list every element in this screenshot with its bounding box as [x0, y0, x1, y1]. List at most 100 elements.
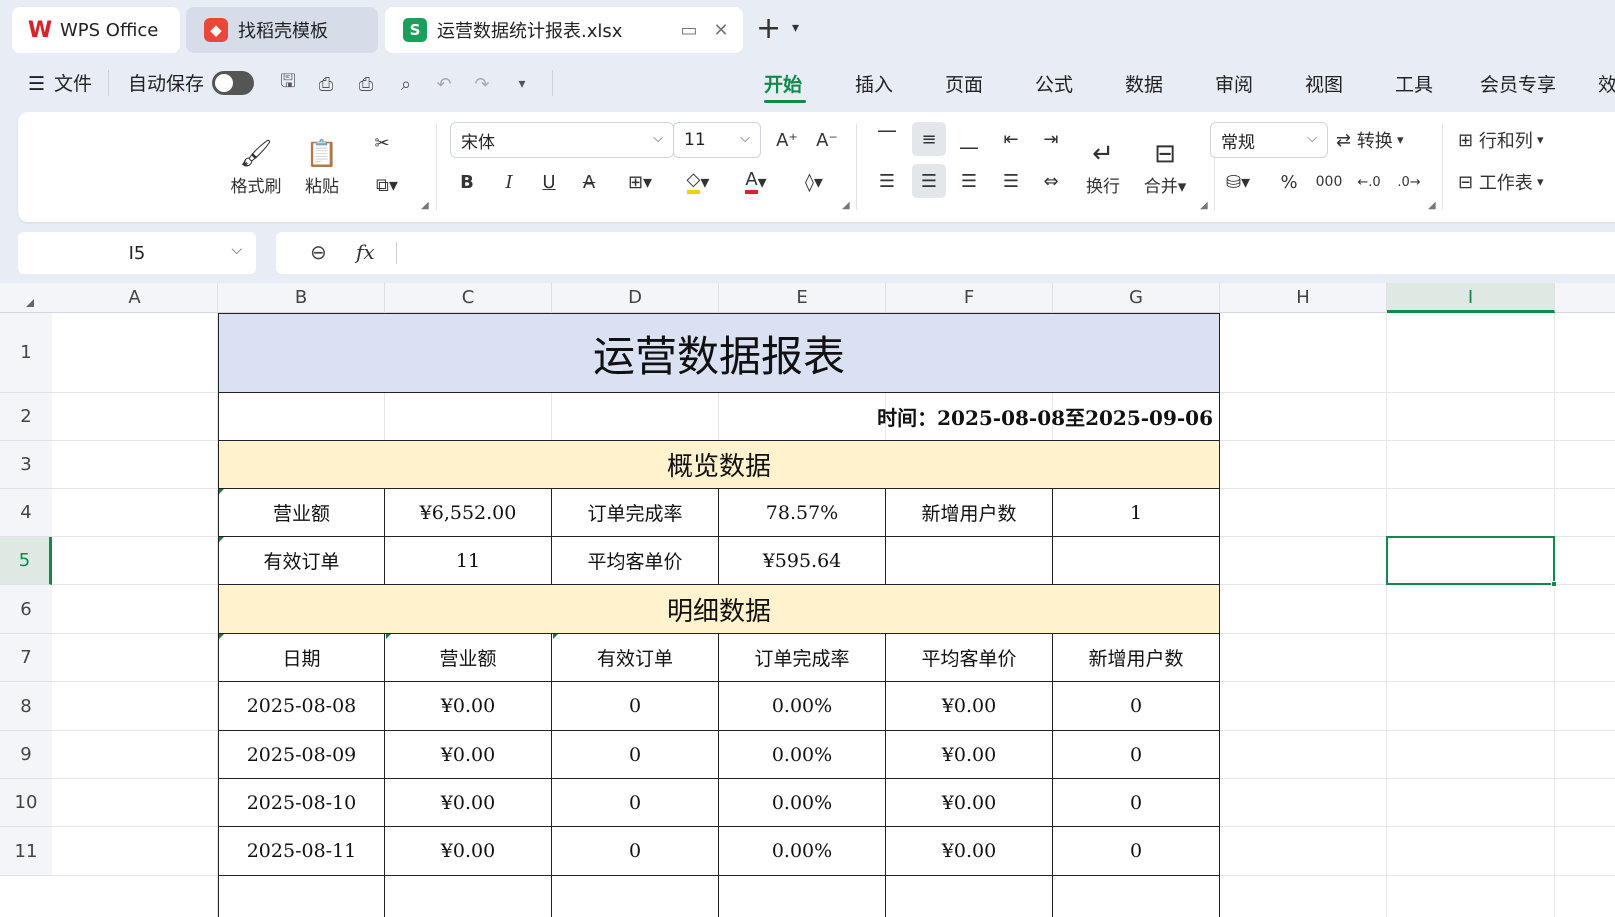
overview-cell[interactable]: ¥595.64	[719, 537, 886, 585]
merge-cells-button[interactable]: ⊟ 合并▾	[1134, 126, 1196, 206]
fill-handle[interactable]	[1551, 581, 1557, 587]
new-tab-icon[interactable]: +	[756, 14, 781, 44]
rows-columns-button[interactable]: ⊞ 行和列 ▾	[1458, 124, 1568, 156]
detail-data-cell[interactable]: 0	[1053, 779, 1220, 827]
ribbon-tab-member[interactable]: 会员专享	[1480, 70, 1556, 97]
date-range-cell[interactable]: 时间：2025-08-08至2025-09-06	[218, 393, 1220, 441]
column-header-d[interactable]: D	[552, 283, 719, 313]
column-header-f[interactable]: F	[886, 283, 1053, 313]
fill-color-icon[interactable]: ◇ ▾	[674, 166, 722, 198]
detail-data-cell[interactable]: 0	[1053, 731, 1220, 779]
underline-icon[interactable]: U	[534, 166, 564, 198]
overview-cell[interactable]: 78.57%	[719, 489, 886, 537]
tab-template[interactable]: ◆ 找稻壳模板	[186, 7, 378, 53]
copy-icon[interactable]: ⧉▾	[364, 168, 410, 202]
decrease-decimal-icon[interactable]: .0→	[1394, 166, 1424, 198]
alignment-dialog-icon[interactable]: ◢	[1200, 200, 1208, 211]
select-all-corner[interactable]	[0, 283, 52, 313]
detail-header-cell[interactable]: 平均客单价	[886, 634, 1053, 682]
overview-section-title[interactable]: 概览数据	[218, 441, 1220, 489]
window-preview-icon[interactable]: ▭	[678, 19, 700, 41]
row-header-11[interactable]: 11	[0, 827, 52, 876]
detail-data-cell[interactable]: 2025-08-09	[218, 731, 385, 779]
column-header-b[interactable]: B	[218, 283, 385, 313]
undo-icon[interactable]: ↶	[432, 72, 456, 96]
spreadsheet-grid[interactable]: ABCDEFGHI 1 2 3 4 5 6 7 8 9 10 11 运营数据报表 时间：2025-08…	[0, 283, 1615, 917]
ribbon-tab-view[interactable]: 视图	[1305, 70, 1343, 97]
align-top-icon[interactable]: ⎺	[870, 122, 904, 156]
align-bottom-icon[interactable]: ⎽	[952, 122, 986, 156]
detail-data-cell[interactable]: ¥0.00	[385, 731, 552, 779]
ribbon-tab-page[interactable]: 页面	[945, 70, 983, 97]
decrease-indent-icon[interactable]: ⇤	[994, 122, 1028, 156]
convert-button[interactable]: ⇄ 转换 ▾	[1336, 124, 1432, 156]
align-middle-icon[interactable]: ≡	[912, 122, 946, 156]
detail-data-cell[interactable]: 0.00%	[719, 682, 886, 731]
name-box[interactable]: I5 ⌵	[18, 232, 256, 274]
overview-cell[interactable]: 1	[1053, 489, 1220, 537]
quick-access-chevron-down-icon[interactable]: ▾	[510, 72, 534, 96]
overview-cell[interactable]: 订单完成率	[552, 489, 719, 537]
percent-style-icon[interactable]: %	[1274, 166, 1304, 198]
detail-data-cell[interactable]: 0.00%	[719, 731, 886, 779]
column-header-a[interactable]: A	[52, 283, 218, 313]
ribbon-tab-tools[interactable]: 工具	[1395, 70, 1433, 97]
detail-header-cell[interactable]: 营业额	[385, 634, 552, 682]
row-header-1[interactable]: 1	[0, 313, 52, 393]
ribbon-tab-insert[interactable]: 插入	[855, 70, 893, 97]
paste-button[interactable]: 📋 粘贴	[294, 126, 350, 206]
decrease-font-icon[interactable]: A⁻	[810, 124, 844, 156]
font-name-select[interactable]: 宋体 ⌵	[450, 122, 674, 158]
insert-function-icon[interactable]: fx	[356, 240, 375, 264]
borders-icon[interactable]: ⊞▾	[616, 166, 664, 198]
detail-data-cell[interactable]: 0	[1053, 682, 1220, 731]
hamburger-icon[interactable]: ☰	[28, 70, 45, 98]
strikethrough-icon[interactable]: A	[574, 166, 604, 198]
row-header-7[interactable]: 7	[0, 634, 52, 682]
row-header-6[interactable]: 6	[0, 585, 52, 634]
close-tab-icon[interactable]: ✕	[710, 19, 732, 41]
report-title-cell[interactable]: 运营数据报表	[218, 313, 1220, 393]
detail-data-cell[interactable]: 0	[552, 731, 719, 779]
clear-format-icon[interactable]: ◊▾	[790, 166, 838, 198]
save-icon[interactable]: 🖫	[276, 71, 300, 96]
row-header-4[interactable]: 4	[0, 489, 52, 537]
ribbon-tab-efficiency[interactable]: 效	[1598, 70, 1615, 97]
redo-icon[interactable]: ↷	[470, 72, 494, 96]
detail-data-cell[interactable]: 2025-08-08	[218, 682, 385, 731]
font-dialog-icon[interactable]: ◢	[842, 200, 850, 211]
italic-icon[interactable]: I	[494, 166, 524, 198]
distributed-align-icon[interactable]: ⇔	[1034, 164, 1068, 198]
export-pdf-icon[interactable]: ⎙	[314, 72, 338, 96]
cut-icon[interactable]: ✂	[364, 126, 400, 160]
detail-data-cell[interactable]: ¥0.00	[385, 827, 552, 876]
currency-style-icon[interactable]: ⛁▾	[1214, 166, 1262, 198]
zoom-formula-icon[interactable]: ⊖	[310, 240, 327, 264]
detail-data-cell[interactable]: 0	[552, 779, 719, 827]
format-painter-button[interactable]: 🖌 格式刷	[226, 126, 286, 206]
autosave-toggle[interactable]	[212, 71, 254, 95]
overview-cell[interactable]: 11	[385, 537, 552, 585]
ribbon-tab-formula[interactable]: 公式	[1035, 70, 1073, 97]
increase-decimal-icon[interactable]: ←.0	[1354, 166, 1384, 198]
overview-cell[interactable]: ¥6,552.00	[385, 489, 552, 537]
overview-cell[interactable]	[886, 537, 1053, 585]
detail-data-cell[interactable]: 0.00%	[719, 827, 886, 876]
ribbon-tab-data[interactable]: 数据	[1125, 70, 1163, 97]
tab-wps-office[interactable]: W WPS Office	[12, 7, 180, 53]
tab-list-chevron-down-icon[interactable]: ▾	[792, 20, 799, 36]
detail-data-cell[interactable]: 0.00%	[719, 779, 886, 827]
number-format-select[interactable]: 常规 ⌵	[1210, 122, 1328, 158]
column-header-g[interactable]: G	[1053, 283, 1220, 313]
detail-section-title[interactable]: 明细数据	[218, 585, 1220, 634]
wrap-text-button[interactable]: ↵ 换行	[1076, 126, 1130, 206]
column-header-c[interactable]: C	[385, 283, 552, 313]
detail-data-cell[interactable]: ¥0.00	[886, 731, 1053, 779]
column-header-i[interactable]: I	[1387, 283, 1555, 313]
detail-data-cell[interactable]: 0	[552, 682, 719, 731]
detail-data-cell[interactable]: ¥0.00	[886, 682, 1053, 731]
formula-bar[interactable]: ⊖ fx	[276, 232, 1615, 274]
row-header-10[interactable]: 10	[0, 779, 52, 827]
font-size-select[interactable]: 11 ⌵	[673, 122, 761, 158]
detail-data-cell[interactable]: 2025-08-10	[218, 779, 385, 827]
